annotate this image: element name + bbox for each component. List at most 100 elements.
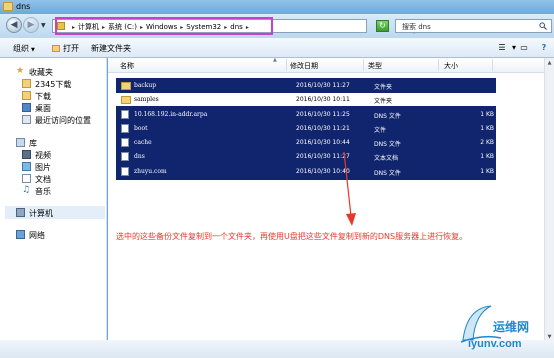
forward-button[interactable]: ▶ bbox=[23, 17, 39, 33]
chevron-right-icon[interactable]: ▸ bbox=[224, 24, 227, 31]
file-row-zhuyu-com[interactable]: zhuyu.com 2016/10/30 10:40 DNS 文件 1 KB bbox=[116, 164, 496, 179]
forward-arrow-icon: ▶ bbox=[27, 20, 35, 30]
nav-item-videos[interactable]: 视频 bbox=[35, 150, 51, 161]
file-size: 1 KB bbox=[480, 153, 494, 160]
file-row-backup[interactable]: backup 2016/10/30 11:27 文件夹 bbox=[116, 78, 496, 93]
documents-icon bbox=[22, 174, 31, 183]
column-divider[interactable] bbox=[438, 59, 439, 71]
file-size: 1 KB bbox=[480, 168, 494, 175]
nav-item-computer[interactable]: 计算机 bbox=[29, 208, 53, 219]
file-type: DNS 文件 bbox=[374, 170, 401, 177]
nav-item-documents[interactable]: 文档 bbox=[35, 174, 51, 185]
file-date: 2016/10/30 10:44 bbox=[296, 139, 350, 146]
nav-item-2345-download[interactable]: 2345下载 bbox=[35, 79, 71, 90]
new-folder-button[interactable]: 新建文件夹 bbox=[91, 43, 131, 54]
nav-item-libraries[interactable]: 库 bbox=[29, 138, 37, 149]
refresh-button[interactable]: ↻ bbox=[376, 20, 389, 32]
library-icon bbox=[16, 138, 25, 147]
file-name: samples bbox=[134, 96, 159, 103]
file-type: 文本文档 bbox=[374, 155, 399, 162]
breadcrumb: ▸ 计算机 ▸ 系统 (C:) ▸ Windows ▸ System32 ▸ dns ▸ bbox=[69, 22, 252, 32]
file-row-samples[interactable]: samples 2016/10/30 10:11 文件夹 bbox=[116, 92, 496, 107]
breadcrumb-dns[interactable]: dns bbox=[230, 23, 243, 31]
file-date: 2016/10/30 11:27 bbox=[296, 82, 350, 89]
search-input[interactable]: 搜索 dns bbox=[395, 19, 552, 33]
preview-pane-icon[interactable]: ▭ bbox=[518, 42, 530, 53]
chevron-right-icon[interactable]: ▸ bbox=[246, 24, 249, 31]
music-icon: ♫ bbox=[22, 185, 31, 195]
download-folder-icon bbox=[22, 91, 31, 100]
nav-item-desktop[interactable]: 桌面 bbox=[35, 103, 51, 114]
column-date[interactable]: 修改日期 bbox=[290, 61, 318, 71]
nav-item-favorites[interactable]: 收藏夹 bbox=[29, 67, 53, 78]
file-name: backup bbox=[134, 82, 157, 89]
file-icon bbox=[121, 138, 129, 147]
breadcrumb-system-drive[interactable]: 系统 (C:) bbox=[108, 23, 137, 31]
file-icon bbox=[121, 124, 129, 133]
column-name[interactable]: 名称 bbox=[120, 61, 134, 71]
folder-open-icon bbox=[52, 45, 60, 52]
breadcrumb-windows[interactable]: Windows bbox=[146, 23, 177, 31]
search-icon[interactable] bbox=[539, 22, 547, 30]
open-label: 打开 bbox=[63, 44, 79, 53]
folder-icon bbox=[57, 22, 65, 30]
file-name: boot bbox=[134, 125, 148, 132]
file-type: 文件夹 bbox=[374, 98, 393, 105]
file-row-boot[interactable]: boot 2016/10/30 11:21 文件 1 KB bbox=[116, 121, 496, 136]
help-icon[interactable]: ? bbox=[538, 42, 550, 53]
scroll-up-icon[interactable]: ▲ bbox=[546, 59, 553, 67]
chevron-right-icon[interactable]: ▸ bbox=[102, 24, 105, 31]
file-name: cache bbox=[134, 139, 152, 146]
back-arrow-icon: ◀ bbox=[10, 20, 18, 30]
desktop-icon bbox=[22, 103, 31, 112]
file-size: 2 KB bbox=[480, 139, 494, 146]
file-icon bbox=[121, 167, 129, 176]
column-divider[interactable] bbox=[363, 59, 364, 71]
history-dropdown-icon[interactable]: ▼ bbox=[41, 22, 46, 29]
search-placeholder: 搜索 dns bbox=[402, 23, 431, 31]
computer-icon bbox=[16, 208, 25, 217]
watermark-url: iyunv.com bbox=[468, 338, 522, 350]
file-type: 文件 bbox=[374, 127, 387, 134]
address-bar[interactable]: ▸计算机▸系统 (C:)▸Windows▸System32▸dns▸ ▼ bbox=[52, 19, 416, 35]
window-title: dns bbox=[16, 2, 31, 11]
annotation-arrow bbox=[343, 151, 356, 226]
file-date: 2016/10/30 10:11 bbox=[296, 96, 350, 103]
recent-places-icon bbox=[22, 115, 31, 124]
back-button[interactable]: ◀ bbox=[6, 17, 22, 33]
organize-button[interactable]: 组织 ▼ bbox=[13, 43, 35, 54]
folder-icon bbox=[121, 82, 131, 90]
file-date: 2016/10/30 11:21 bbox=[296, 125, 350, 132]
folder-icon bbox=[121, 96, 131, 104]
open-button[interactable]: 打开 bbox=[52, 43, 79, 54]
pictures-icon bbox=[22, 162, 31, 171]
file-icon bbox=[121, 110, 129, 119]
text-file-icon bbox=[121, 152, 129, 161]
file-row-in-addr-arpa[interactable]: 10.168.192.in-addr.arpa 2016/10/30 11:25… bbox=[116, 107, 496, 122]
navigation-bar: ◀ ▶ ▼ ▸ 计算机 ▸ 系统 (C:) ▸ Windows ▸ System32 ▸ dns ▸… bbox=[0, 14, 554, 38]
folder-icon bbox=[3, 2, 13, 11]
file-type: 文件夹 bbox=[374, 84, 393, 91]
annotation-text: 选中的这些备份文件复制到一个文件夹，再使用U盘把这些文件复制到新的DNS服务器上… bbox=[116, 232, 468, 241]
sort-arrow-icon: ▲ bbox=[273, 57, 277, 63]
file-size: 1 KB bbox=[480, 111, 494, 118]
chevron-right-icon[interactable]: ▸ bbox=[140, 24, 143, 31]
column-divider[interactable] bbox=[286, 59, 287, 71]
file-row-dns[interactable]: dns 2016/10/30 11:27 文本文档 1 KB bbox=[116, 149, 496, 164]
column-size[interactable]: 大小 bbox=[444, 61, 458, 71]
nav-item-music[interactable]: 音乐 bbox=[35, 186, 51, 197]
breadcrumb-computer[interactable]: 计算机 bbox=[78, 23, 99, 31]
file-row-cache[interactable]: cache 2016/10/30 10:44 DNS 文件 2 KB bbox=[116, 135, 496, 150]
file-name: dns bbox=[134, 153, 145, 160]
column-divider[interactable] bbox=[492, 59, 493, 71]
nav-item-network[interactable]: 网络 bbox=[29, 230, 45, 241]
folder-icon bbox=[22, 79, 31, 88]
nav-item-downloads[interactable]: 下载 bbox=[35, 91, 51, 102]
breadcrumb-system32[interactable]: System32 bbox=[186, 23, 221, 31]
view-options-icon[interactable]: ☰ bbox=[496, 42, 508, 53]
nav-item-pictures[interactable]: 图片 bbox=[35, 162, 51, 173]
column-type[interactable]: 类型 bbox=[368, 61, 382, 71]
chevron-right-icon[interactable]: ▸ bbox=[180, 24, 183, 31]
file-name: zhuyu.com bbox=[134, 168, 167, 175]
nav-item-recent-places[interactable]: 最近访问的位置 bbox=[35, 115, 91, 126]
